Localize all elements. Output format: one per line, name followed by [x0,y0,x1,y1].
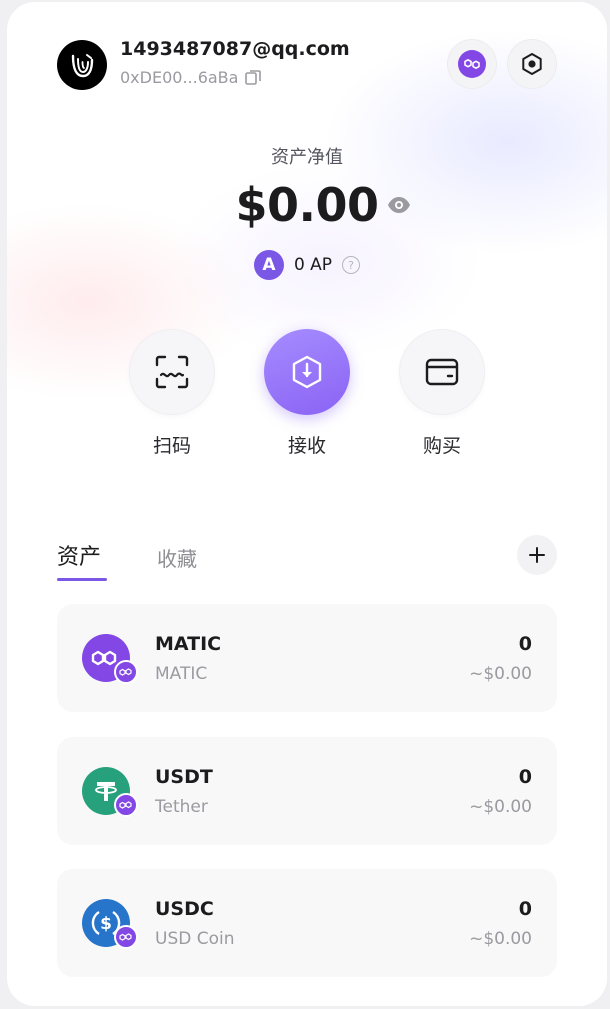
buy-button[interactable] [399,329,485,415]
fingerprint-logo-icon [71,54,94,78]
receive-label: 接收 [287,435,326,457]
polygon-network-icon [458,50,486,78]
polygon-chain-badge-icon [114,925,138,949]
token-icon-group [82,634,138,686]
receive-button[interactable] [264,329,350,415]
settings-button[interactable] [507,39,557,89]
tab-collectibles[interactable]: 收藏 [157,543,197,572]
svg-text:$: $ [100,914,112,934]
scan-label: 扫码 [152,435,191,457]
token-value: ~$0.00 [469,929,532,949]
polygon-chain-badge-icon [114,793,138,817]
list-item[interactable]: USDT Tether 0 ~$0.00 [57,737,557,845]
token-name: USD Coin [155,929,235,949]
net-worth-label: 资产净值 [271,147,343,168]
account-header: 1493487087@qq.com 0xDE00...6aBa [57,38,557,94]
receive-icon [292,355,322,389]
settings-hexagon-icon [522,53,542,75]
token-amount: 0 [518,766,532,788]
token-symbol: MATIC [155,633,222,655]
list-item[interactable]: MATIC MATIC 0 ~$0.00 [57,604,557,712]
scan-button[interactable] [129,329,215,415]
token-icon-group [82,767,138,819]
token-amount: 0 [518,898,532,920]
quick-actions: 扫码 接收 购买 [7,329,607,469]
eye-icon[interactable] [387,196,411,214]
address-row: 0xDE00...6aBa [120,68,262,87]
scan-action[interactable]: 扫码 [129,329,215,458]
wallet-card-icon [425,358,459,386]
network-button[interactable] [447,39,497,89]
polygon-chain-badge-icon [114,660,138,684]
wallet-card: 1493487087@qq.com 0xDE00...6aBa 资产净值 $0.… [7,2,607,1006]
token-value: ~$0.00 [469,664,532,684]
active-tab-indicator [57,578,107,581]
points-badge-icon: A [253,250,284,280]
plus-icon [529,547,545,563]
buy-label: 购买 [422,435,461,457]
receive-action[interactable]: 接收 [264,329,350,458]
token-amount: 0 [518,633,532,655]
avatar[interactable] [57,40,107,90]
token-value: ~$0.00 [469,797,532,817]
balance-row: $0.00 [7,178,607,232]
token-name: Tether [155,797,208,817]
copy-icon[interactable] [244,69,262,87]
balance-value: $0.00 [235,178,379,232]
points-row: A 0 AP ? [7,250,607,280]
token-symbol: USDT [155,766,213,788]
list-item[interactable]: $ USDC USD Coin 0 ~$0.00 [57,869,557,977]
wallet-address: 0xDE00...6aBa [120,68,239,87]
token-name: MATIC [155,664,208,684]
token-icon-group: $ [82,899,138,951]
add-token-button[interactable] [517,535,557,575]
buy-action[interactable]: 购买 [399,329,485,458]
help-icon[interactable]: ? [342,256,361,274]
asset-tabs: 资产 收藏 [57,535,557,585]
account-email: 1493487087@qq.com [120,38,350,60]
scan-icon [155,355,189,389]
token-symbol: USDC [155,898,214,920]
tab-assets[interactable]: 资产 [57,539,101,571]
points-value: 0 AP [293,255,333,275]
